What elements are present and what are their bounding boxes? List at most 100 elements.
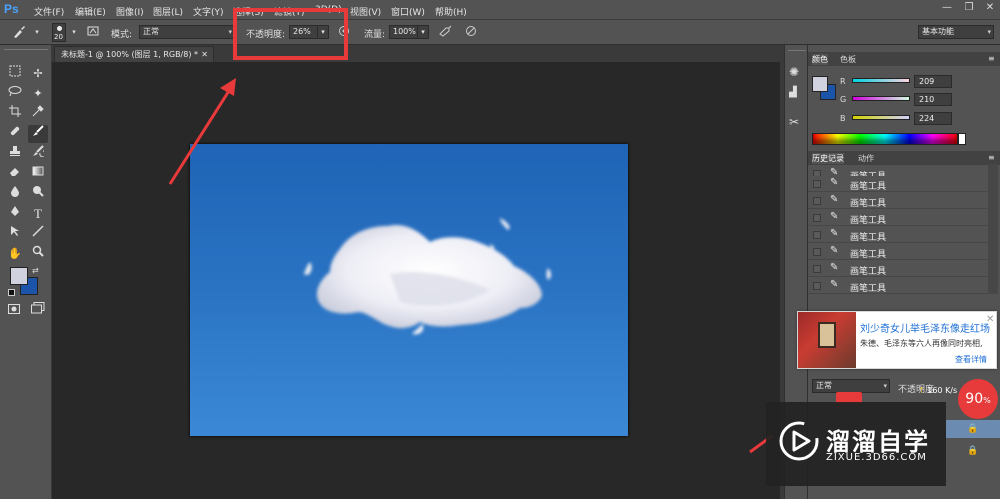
gradient-icon[interactable] [28, 165, 48, 183]
blue-value[interactable]: 224 [914, 112, 952, 125]
tab-color[interactable]: 颜色 [812, 54, 828, 65]
close-tab-icon[interactable]: ✕ [201, 47, 208, 62]
workspace-select[interactable]: 基本功能 ▾ [918, 25, 994, 39]
news-ad-popup[interactable]: 刘少奇女儿举毛泽东像走红场 朱德、毛泽东等六人再像同时亮相, 查看详情 ✕ [797, 311, 997, 369]
document-tab[interactable]: 未标题-1 @ 100% (图层 1, RGB/8) * ✕ [54, 46, 214, 62]
tools-preset-icon[interactable]: ✂ [789, 115, 799, 129]
adjustments-icon[interactable]: ✺ [789, 65, 799, 79]
pressure-size-icon[interactable] [464, 25, 478, 39]
swap-colors-icon[interactable]: ⇄ [32, 266, 39, 275]
history-source-checkbox[interactable] [813, 282, 821, 290]
brush-size-picker[interactable]: 20 [52, 23, 66, 42]
lock-icon[interactable]: 🔒 [967, 446, 978, 456]
list-item[interactable]: ✎ 画笔工具 [808, 244, 988, 260]
brush-preset-icon[interactable] [12, 25, 26, 39]
blur-icon[interactable] [5, 185, 25, 203]
flow-dropdown-button[interactable]: ▾ [417, 25, 429, 39]
history-source-checkbox[interactable] [813, 231, 821, 239]
airbrush-icon[interactable] [438, 25, 452, 39]
menu-image[interactable]: 图像(I) [116, 5, 144, 18]
screen-mode-icon[interactable] [28, 302, 48, 320]
green-value[interactable]: 210 [914, 93, 952, 106]
marquee-icon[interactable] [5, 65, 25, 83]
toolbar-grip[interactable] [4, 49, 48, 53]
close-window-icon[interactable]: ✕ [983, 2, 997, 14]
history-item-label: 画笔工具 [850, 216, 887, 226]
strip-grip[interactable] [788, 50, 806, 53]
flow-input[interactable]: 100% [389, 25, 417, 39]
minimize-icon[interactable]: — [940, 2, 954, 14]
red-value[interactable]: 209 [914, 75, 952, 88]
brush-panel-toggle-icon[interactable] [86, 25, 100, 39]
histogram-icon[interactable]: ▟ [789, 87, 797, 98]
chevron-down-icon[interactable]: ▾ [30, 25, 44, 39]
brush-tool-icon[interactable] [28, 125, 48, 143]
path-select-icon[interactable] [5, 225, 25, 243]
red-label: R [840, 77, 846, 86]
list-item[interactable]: ✎ 画笔工具 [808, 261, 988, 277]
stamp-icon[interactable] [5, 145, 25, 163]
dodge-icon[interactable] [28, 185, 48, 203]
line-icon[interactable] [28, 225, 48, 243]
history-source-checkbox[interactable] [813, 248, 821, 256]
zoom-icon[interactable] [28, 245, 48, 263]
move-icon[interactable]: ✢ [28, 65, 48, 83]
crop-icon[interactable] [5, 105, 25, 123]
panel-menu-icon[interactable]: ≡ [988, 54, 995, 63]
list-item[interactable]: ✎ 画笔工具 [808, 227, 988, 243]
workspace-value: 基本功能 [922, 27, 954, 36]
menu-window[interactable]: 窗口(W) [391, 5, 425, 18]
history-scrollbar[interactable] [988, 164, 998, 294]
type-icon[interactable]: T [28, 205, 48, 223]
layer-blend-mode-select[interactable]: 正常 ▾ [812, 379, 890, 393]
mode-select[interactable]: 正常 ▾ [139, 25, 235, 39]
tab-actions[interactable]: 动作 [858, 153, 874, 164]
lock-icon[interactable]: 🔒 [967, 424, 978, 434]
memory-percent-badge[interactable]: 90% [958, 379, 998, 419]
document-canvas[interactable] [190, 144, 628, 436]
healing-icon[interactable] [5, 125, 25, 143]
eyedropper-icon[interactable] [28, 105, 48, 123]
list-item[interactable]: ✎ 画笔工具 [808, 193, 988, 209]
ad-title[interactable]: 刘少奇女儿举毛泽东像走红场 [860, 320, 990, 335]
red-slider[interactable] [852, 78, 910, 83]
tab-history[interactable]: 历史记录 [812, 153, 844, 164]
close-icon[interactable]: ✕ [986, 314, 994, 325]
list-item[interactable]: ✎ 画笔工具 [808, 278, 988, 294]
restore-icon[interactable]: ❐ [962, 2, 976, 14]
foreground-color-swatch[interactable] [10, 267, 28, 285]
menu-help[interactable]: 帮助(H) [435, 5, 467, 18]
green-slider[interactable] [852, 96, 910, 101]
brush-icon: ✎ [830, 262, 839, 273]
blue-slider[interactable] [852, 115, 910, 120]
history-menu-icon[interactable]: ≡ [988, 153, 995, 162]
chevron-down-icon: ▾ [228, 28, 232, 36]
list-item[interactable]: ✎ 画笔工具 [808, 176, 988, 192]
history-brush-icon[interactable] [28, 145, 48, 163]
panel-foreground-swatch[interactable] [812, 76, 828, 92]
magic-wand-icon[interactable]: ✦ [28, 85, 48, 103]
menu-edit[interactable]: 编辑(E) [75, 5, 106, 18]
menu-view[interactable]: 视图(V) [350, 5, 381, 18]
white-chip[interactable] [958, 133, 966, 145]
tab-swatches[interactable]: 色板 [840, 54, 856, 65]
hand-icon[interactable]: ✋ [5, 245, 25, 263]
list-item[interactable]: ✎ 画笔工具 [808, 210, 988, 226]
history-source-checkbox[interactable] [813, 180, 821, 188]
eraser-icon[interactable] [5, 165, 25, 183]
history-source-checkbox[interactable] [813, 214, 821, 222]
ad-details-link[interactable]: 查看详情 [955, 354, 987, 365]
history-source-checkbox[interactable] [813, 197, 821, 205]
color-spectrum-bar[interactable] [812, 133, 958, 145]
lasso-icon[interactable] [5, 85, 25, 103]
history-source-checkbox[interactable] [813, 265, 821, 273]
watermark: 溜溜自学 ZIXUE.3D66.COM [766, 402, 946, 486]
quick-mask-icon[interactable] [4, 302, 24, 320]
pen-icon[interactable] [5, 205, 25, 223]
default-colors-icon[interactable] [8, 289, 15, 296]
history-item-label: 画笔工具 [850, 250, 887, 260]
menu-type[interactable]: 文字(Y) [193, 5, 224, 18]
menu-layer[interactable]: 图层(L) [153, 5, 183, 18]
menu-file[interactable]: 文件(F) [34, 5, 64, 18]
brush-size-chevron-icon[interactable]: ▾ [67, 25, 81, 39]
